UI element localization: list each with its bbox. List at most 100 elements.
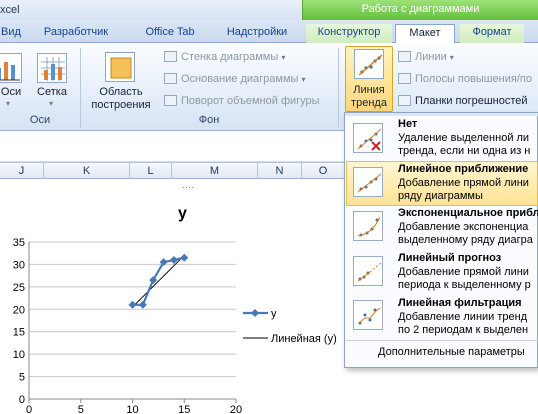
trendline-line2: тренда <box>351 97 387 109</box>
chart-resize-handle[interactable]: ···· <box>182 182 194 192</box>
window-title: xcel <box>0 4 20 16</box>
error-bars-button[interactable]: Планки погрешностей <box>398 92 538 110</box>
y-tick-label: 35 <box>13 237 25 249</box>
updown-bars-icon <box>398 73 411 84</box>
plot-area-line2: построения <box>91 99 151 111</box>
tab-view[interactable]: Вид <box>0 24 22 43</box>
column-header[interactable]: M <box>172 163 258 179</box>
rotation-3d-icon <box>164 95 177 106</box>
legend: y Линейная (y) <box>243 308 337 345</box>
chart-tools-header: Работа с диаграммами <box>302 0 538 20</box>
trend-exponential-icon <box>353 211 383 241</box>
axes-dropdown-arrow: ▾ <box>6 99 11 108</box>
menu-item-title: Линейное приближение <box>398 163 529 175</box>
tab-format[interactable]: Формат <box>460 24 524 43</box>
menu-item-desc: Добавление прямой лини <box>398 266 529 278</box>
axes-button[interactable]: Оси ▾ <box>0 50 22 108</box>
group-separator <box>80 48 81 128</box>
menu-separator <box>346 340 538 341</box>
chart-floor-arrow: ▾ <box>301 75 306 84</box>
menu-item-desc: Добавление экспоненциа <box>398 221 529 233</box>
menu-item-desc: Добавление прямой лини <box>398 177 529 189</box>
rotation-3d-button[interactable]: Поворот объемной фигуры <box>164 92 336 110</box>
chart-wall-label: Стенка диаграммы <box>181 51 279 63</box>
y-tick-label: 30 <box>13 259 25 271</box>
rotation-3d-label: Поворот объемной фигуры <box>181 95 320 107</box>
data-point <box>128 300 137 309</box>
tab-developer[interactable]: Разработчик <box>26 24 126 43</box>
trendline-line1: Линия <box>353 84 385 96</box>
grid-label: Сетка <box>37 86 67 98</box>
chart-floor-label: Основание диаграммы <box>181 73 299 85</box>
chart-floor-icon <box>164 73 177 84</box>
y-tick-label: 25 <box>13 282 25 294</box>
menu-item-desc: периода к выделенному р <box>398 279 531 291</box>
axes-group-label: Оси <box>29 114 51 126</box>
menu-item-title: Линейный прогноз <box>398 252 502 264</box>
data-point <box>180 253 189 262</box>
column-header[interactable]: N <box>258 163 302 179</box>
chart-wall-icon <box>164 51 177 62</box>
column-header[interactable]: O <box>302 163 345 179</box>
plot-area-button[interactable]: Область построения <box>84 50 154 112</box>
x-tick-label: 10 <box>126 404 138 414</box>
column-header[interactable]: L <box>130 163 172 179</box>
menu-item-title: Линейная фильтрация <box>398 297 522 309</box>
y-tick-label: 5 <box>19 372 25 384</box>
menu-item-desc: Удаление выделенной ли <box>398 132 530 144</box>
tab-layout[interactable]: Макет <box>395 24 455 44</box>
legend-trend-label: Линейная (y) <box>271 333 337 345</box>
menu-item-title: Нет <box>398 118 418 130</box>
menu-item-desc: по 2 периодам к выделен <box>398 324 529 336</box>
chart-floor-button[interactable]: Основание диаграммы ▾ <box>164 70 319 88</box>
lines-icon <box>398 51 411 62</box>
updown-bars-label: Полосы повышения/по <box>415 73 532 85</box>
column-header[interactable]: J <box>0 163 44 179</box>
grid-icon <box>37 53 67 83</box>
tab-addins[interactable]: Надстройки <box>212 24 302 43</box>
chart-wall-arrow: ▾ <box>281 53 286 62</box>
updown-bars-button[interactable]: Полосы повышения/по <box>398 70 538 88</box>
menu-item-desc: тренда, если ни одна из н <box>398 145 531 157</box>
x-tick-label: 5 <box>78 404 84 414</box>
x-tick-label: 20 <box>230 404 242 414</box>
data-point <box>138 300 147 309</box>
tab-design[interactable]: Конструктор <box>306 24 392 43</box>
menu-item-desc: Добавление линии тренд <box>398 311 528 323</box>
tab-office-tab[interactable]: Office Tab <box>130 24 210 43</box>
grid-dropdown-arrow: ▾ <box>49 99 54 108</box>
axes: 0 5 10 15 20 25 30 35 0 5 10 15 20 <box>13 237 242 414</box>
trend-moving-average-icon <box>353 300 383 330</box>
legend-series-marker <box>251 309 259 317</box>
trendline <box>132 255 185 308</box>
trendline-icon <box>354 49 384 79</box>
chart-title[interactable]: y <box>178 205 187 223</box>
trendline-path <box>132 255 185 308</box>
chart-wall-button[interactable]: Стенка диаграммы ▾ <box>164 48 304 66</box>
background-group-label: Фон <box>198 114 220 126</box>
menu-item-desc: ряду диаграммы <box>398 190 483 202</box>
trend-linear-icon <box>353 167 383 197</box>
axes-label: Оси <box>0 86 22 98</box>
y-tick-label: 20 <box>13 304 25 316</box>
axes-icon <box>0 53 22 83</box>
lines-label: Линии <box>415 51 447 63</box>
trendline-button[interactable]: Линия тренда <box>345 46 393 112</box>
menu-item-desc: выделенному ряду диагра <box>398 234 533 246</box>
plot-area-icon <box>105 52 135 82</box>
trend-none-icon <box>353 123 383 153</box>
menu-item-title: Экспоненциальное прибл <box>398 207 538 219</box>
error-bars-label: Планки погрешностей <box>415 95 528 107</box>
gridlines <box>29 241 236 400</box>
lines-arrow: ▾ <box>449 53 454 62</box>
trend-forecast-icon <box>353 256 383 286</box>
error-bars-icon <box>398 95 411 106</box>
more-options-link[interactable]: Дополнительные параметры <box>378 346 525 358</box>
y-tick-label: 10 <box>13 349 25 361</box>
x-tick-label: 15 <box>178 404 190 414</box>
column-header[interactable]: K <box>44 163 130 179</box>
x-tick-label: 0 <box>26 404 32 414</box>
chart-plot[interactable]: 0 5 10 15 20 25 30 35 0 5 10 15 20 y Линейная (y) <box>0 232 345 414</box>
lines-button[interactable]: Линии ▾ <box>398 48 498 66</box>
grid-button[interactable]: Сетка ▾ <box>32 50 72 108</box>
